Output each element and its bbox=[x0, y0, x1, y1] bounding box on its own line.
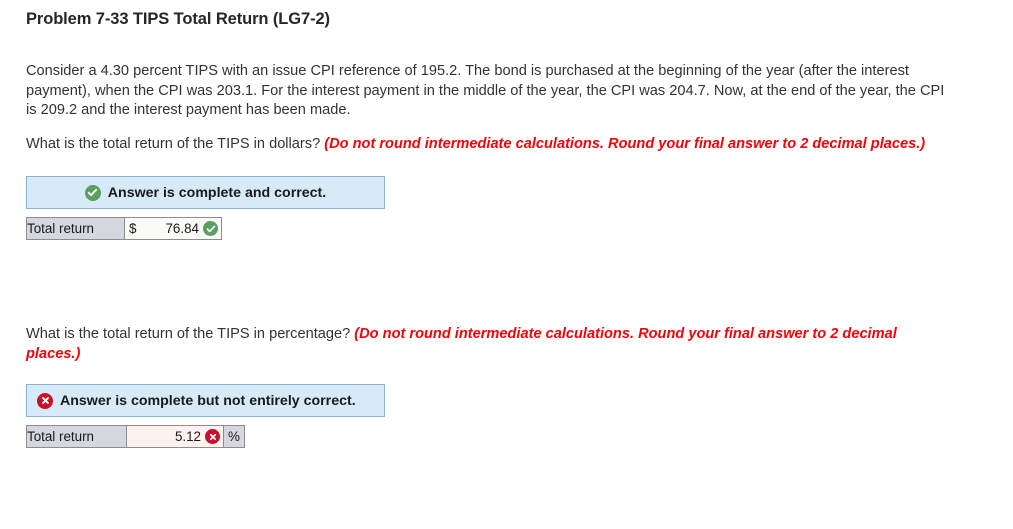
answer-table-1: Total return $ 76.84 bbox=[26, 217, 222, 240]
question-1: What is the total return of the TIPS in … bbox=[26, 135, 986, 155]
x-circle-icon bbox=[37, 392, 53, 409]
answer-unit-2: % bbox=[223, 425, 245, 448]
question-1-prompt: What is the total return of the TIPS in … bbox=[26, 136, 325, 152]
status-banner-1: Answer is complete and correct. bbox=[26, 176, 385, 209]
answer-row-label-2: Total return bbox=[26, 425, 127, 448]
status-banner-1-text: Answer is complete and correct. bbox=[107, 184, 327, 201]
question-2: What is the total return of the TIPS in … bbox=[26, 325, 951, 364]
answer-row-label-1: Total return bbox=[26, 217, 125, 240]
x-circle-icon bbox=[205, 429, 220, 444]
check-circle-icon bbox=[84, 184, 101, 201]
answer-value-1[interactable]: 76.84 bbox=[136, 221, 203, 236]
question-2-prompt: What is the total return of the TIPS in … bbox=[26, 326, 355, 342]
table-row: Total return 5.12 % bbox=[26, 425, 245, 448]
status-banner-2-text: Answer is complete but not entirely corr… bbox=[60, 392, 356, 409]
question-1-hint: (Do not round intermediate calculations.… bbox=[324, 136, 926, 152]
page-title: Problem 7-33 TIPS Total Return (LG7-2) bbox=[26, 10, 330, 28]
answer-value-2[interactable]: 5.12 bbox=[131, 429, 205, 444]
answer-block-1: Answer is complete and correct. Total re… bbox=[26, 176, 385, 240]
scenario-paragraph: Consider a 4.30 percent TIPS with an iss… bbox=[26, 63, 945, 118]
status-banner-2: Answer is complete but not entirely corr… bbox=[26, 384, 385, 417]
answer-table-2: Total return 5.12 % bbox=[26, 425, 245, 448]
currency-symbol-1: $ bbox=[129, 221, 137, 236]
answer-block-2: Answer is complete but not entirely corr… bbox=[26, 384, 385, 448]
answer-input-cell-1[interactable]: $ 76.84 bbox=[124, 217, 222, 240]
table-row: Total return $ 76.84 bbox=[26, 217, 222, 240]
check-circle-icon bbox=[203, 221, 218, 236]
answer-input-cell-2[interactable]: 5.12 bbox=[126, 425, 224, 448]
problem-page: Problem 7-33 TIPS Total Return (LG7-2) C… bbox=[0, 0, 1013, 529]
